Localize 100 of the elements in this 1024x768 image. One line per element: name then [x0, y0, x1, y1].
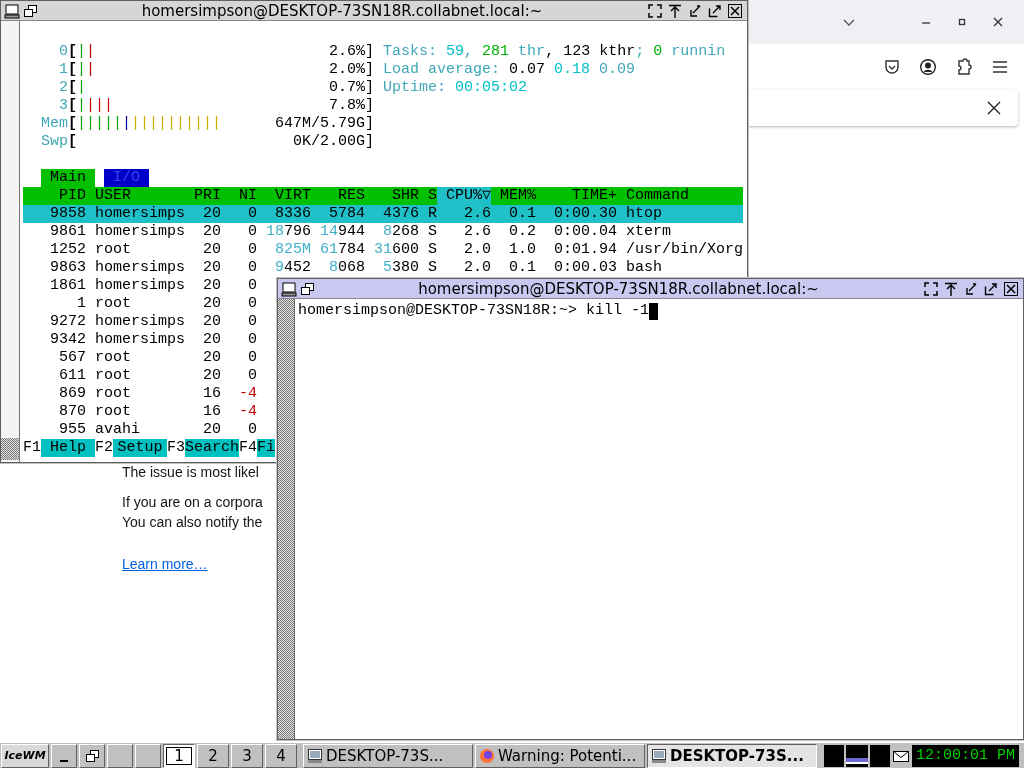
column-header[interactable]: NI	[221, 187, 257, 205]
close-button[interactable]	[726, 1, 744, 20]
table-cell-text: 0:00.03	[553, 259, 617, 277]
table-cell-text: 0:00.30	[553, 205, 617, 223]
meter-label: 1	[58, 61, 68, 79]
column-header[interactable]: USER	[95, 187, 185, 205]
window-menu-icon[interactable]	[4, 2, 20, 19]
menu-icon[interactable]	[991, 58, 1009, 76]
fullscreen-button[interactable]	[646, 1, 664, 20]
meter-label: 0	[58, 43, 68, 61]
meter-value: 2.0%]	[329, 61, 375, 79]
windows-icon[interactable]	[299, 280, 315, 297]
column-header[interactable]: MEM%	[491, 187, 536, 205]
workspace-button[interactable]: 1	[163, 743, 195, 768]
process-row[interactable]: 1 root 20 0	[23, 295, 257, 313]
start-button[interactable]: IceWM	[1, 743, 49, 768]
workspace-button[interactable]: 4	[265, 743, 297, 768]
bar-graph-text: ||	[77, 61, 96, 79]
table-cell-text: 8268	[381, 223, 419, 241]
table-cell-text: 825M	[274, 241, 311, 259]
process-row[interactable]: 955 avahi 20 0	[23, 421, 257, 439]
fullscreen-button[interactable]	[922, 279, 940, 298]
column-header[interactable]: VIRT	[257, 187, 311, 205]
scrollbar[interactable]	[278, 299, 295, 739]
task-button[interactable]: Warning: Potenti...	[475, 743, 645, 768]
process-row[interactable]: 567 root 20 0	[23, 349, 257, 367]
close-button[interactable]	[1002, 279, 1020, 298]
column-header[interactable]: CPU%▽	[437, 187, 491, 205]
column-header[interactable]: Command	[626, 187, 689, 205]
table-cell-text: 20	[202, 421, 221, 439]
table-cell-text: 20	[202, 241, 221, 259]
summary-text: Tasks: 59, 281 thr, 123 kthr; 0 runnin	[383, 43, 726, 61]
body-text: If you are on a corpora	[122, 493, 263, 512]
clock[interactable]: 12:00:01 PM	[912, 744, 1020, 767]
column-header[interactable]: RES	[311, 187, 365, 205]
column-header[interactable]: SHR	[365, 187, 419, 205]
window-menu-icon[interactable]	[281, 280, 297, 297]
windows-icon[interactable]	[84, 747, 100, 764]
process-row[interactable]: 9861 homersimps 20 0 18796 14944 8268 S 2.6 0.2 0:00.04 xterm	[23, 223, 671, 241]
window-list-button[interactable]	[79, 743, 105, 768]
pocket-icon[interactable]	[883, 58, 901, 76]
column-header[interactable]: PID	[23, 187, 86, 205]
table-cell-text: 0	[247, 295, 257, 313]
meter-label: Mem	[40, 115, 68, 133]
column-header[interactable]: PRI	[185, 187, 221, 205]
process-row[interactable]: 9272 homersimps 20 0	[23, 313, 257, 331]
table-cell-text: 20	[202, 259, 221, 277]
process-row[interactable]: 870 root 16 -4	[23, 403, 257, 421]
table-cell-text: 0	[247, 367, 257, 385]
table-cell-text: root	[95, 349, 132, 367]
table-cell-text: 16	[202, 385, 221, 403]
scrollbar[interactable]	[1, 21, 20, 462]
workspace-button[interactable]: 3	[231, 743, 263, 768]
table-cell-text: 8068	[327, 259, 365, 277]
table-cell-text: 20	[202, 331, 221, 349]
process-row[interactable]: 9342 homersimps 20 0	[23, 331, 257, 349]
table-cell-text: 611	[58, 367, 86, 385]
process-row[interactable]: 9858 homersimps 20 0 8336 5784 4376 R 2.6 0.1 0:00.30 htop	[23, 205, 743, 223]
table-cell-text: -4	[238, 385, 257, 403]
quick-launch-button[interactable]	[135, 743, 161, 768]
text-cursor	[649, 302, 659, 320]
meter-label: 2	[58, 79, 68, 97]
table-cell-text: avahi	[95, 421, 141, 439]
tab[interactable]: Main	[41, 169, 95, 187]
body-text: You can also notify the	[122, 513, 263, 532]
learn-more-link[interactable]: Learn more…	[122, 556, 208, 572]
table-cell-text: root	[95, 403, 132, 421]
extensions-icon[interactable]	[955, 58, 973, 76]
show-desktop-button[interactable]	[51, 743, 77, 768]
close-icon[interactable]	[992, 16, 1004, 28]
process-row[interactable]: 9863 homersimps 20 0 9452 8068 5380 S 2.0 0.1 0:00.03 bash	[23, 259, 662, 277]
bracket-text: [	[68, 61, 77, 79]
table-cell: S	[428, 259, 437, 277]
bar-graph-text: ||	[77, 43, 96, 61]
table-cell-text: 955	[58, 421, 86, 439]
table-cell-text: root	[95, 241, 132, 259]
bracket-text: [	[68, 79, 77, 97]
process-row[interactable]: 1252 root 20 0 825M 61784 31600 S 2.0 1.0 0:01.94 /usr/bin/Xorg	[23, 241, 744, 259]
task-button[interactable]: DESKTOP-73S...	[647, 743, 817, 768]
process-row[interactable]: 611 root 20 0	[23, 367, 257, 385]
account-icon[interactable]	[919, 58, 937, 76]
close-button[interactable]	[986, 100, 1002, 116]
process-row[interactable]: 1861 homersimps 20 0	[23, 277, 257, 295]
column-header[interactable]: TIME+	[536, 187, 617, 205]
table-cell-text: 5380	[381, 259, 419, 277]
table-cell-text: 0	[247, 421, 257, 439]
process-row[interactable]: 869 root 16 -4	[23, 385, 257, 403]
task-button[interactable]: DESKTOP-73S...	[303, 743, 473, 768]
table-cell-text: 0	[247, 241, 257, 259]
table-cell-text: 0	[247, 259, 257, 277]
quick-launch-button[interactable]	[107, 743, 133, 768]
table-cell-text: 870	[58, 403, 86, 421]
table-cell-text: 0:01.94	[553, 241, 617, 259]
table-cell-text: 20	[202, 295, 221, 313]
workspace-button[interactable]: 2	[197, 743, 229, 768]
table-cell-text: 2.6	[463, 205, 491, 223]
table-cell-text: 16	[202, 403, 221, 421]
windows-icon[interactable]	[22, 2, 38, 19]
column-header[interactable]: S	[428, 187, 437, 205]
table-cell: homersimps	[95, 277, 185, 295]
